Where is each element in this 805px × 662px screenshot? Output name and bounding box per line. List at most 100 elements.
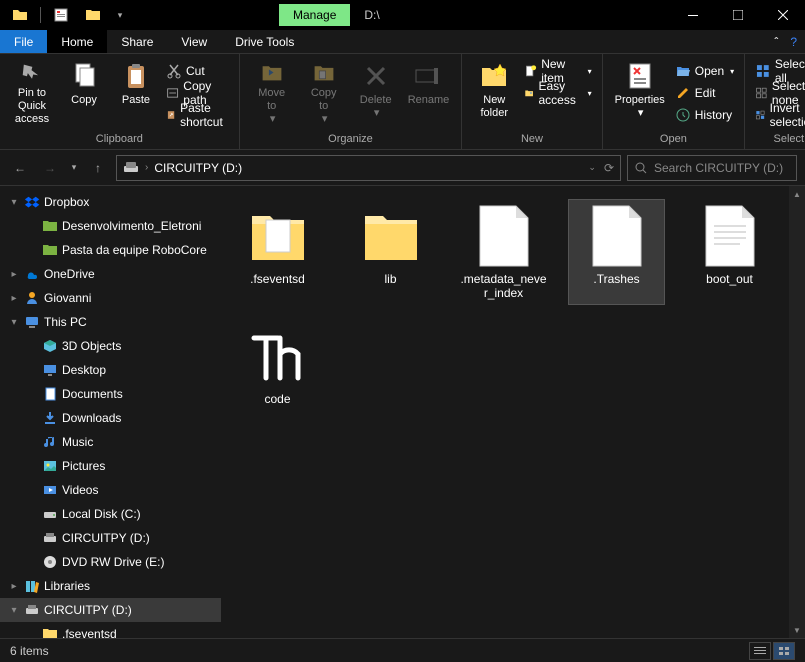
- tab-home[interactable]: Home: [47, 30, 107, 53]
- tree-node[interactable]: Pictures: [0, 454, 221, 478]
- scroll-up-icon[interactable]: ▲: [789, 186, 805, 202]
- qat-new-folder-icon[interactable]: [81, 3, 105, 27]
- main-body: ▾DropboxDesenvolvimento_Eletroni Pasta da…: [0, 186, 805, 638]
- tree-node[interactable]: ▾ This PC: [0, 310, 221, 334]
- maximize-button[interactable]: [715, 0, 760, 30]
- titlebar: ▾ Manage D:\: [0, 0, 805, 30]
- tree-node[interactable]: ▸Libraries: [0, 574, 221, 598]
- file-thumb: [585, 204, 649, 268]
- tree-label: Local Disk (C:): [62, 507, 141, 521]
- help-icon[interactable]: ?: [790, 35, 797, 49]
- manage-tab[interactable]: Manage: [279, 4, 350, 26]
- invert-selection-button[interactable]: Invert selection: [751, 104, 805, 126]
- rename-button[interactable]: Rename: [402, 56, 456, 130]
- tree-node[interactable]: Videos: [0, 478, 221, 502]
- tree-node[interactable]: Desktop: [0, 358, 221, 382]
- file-item[interactable]: lib: [343, 200, 438, 304]
- minimize-button[interactable]: [670, 0, 715, 30]
- file-item[interactable]: .metadata_never_index: [456, 200, 551, 304]
- status-bar: 6 items: [0, 638, 805, 662]
- paste-shortcut-button[interactable]: Paste shortcut: [162, 104, 233, 126]
- tree-node[interactable]: Pasta da equipe RoboCore: [0, 238, 221, 262]
- ribbon-group-clipboard: Pin to Quick access Copy Paste Cut Copy …: [0, 54, 240, 149]
- tree-label: OneDrive: [44, 267, 95, 281]
- recent-locations-button[interactable]: ▾: [68, 156, 80, 180]
- qat-dropdown-icon[interactable]: ▾: [113, 3, 127, 27]
- tree-node[interactable]: .fseventsd: [0, 622, 221, 638]
- expand-icon[interactable]: ▾: [8, 605, 20, 616]
- file-label: .Trashes: [593, 272, 639, 286]
- tree-node[interactable]: Local Disk (C:): [0, 502, 221, 526]
- copy-to-button[interactable]: Copy to▾: [298, 56, 350, 130]
- tab-file[interactable]: File: [0, 30, 47, 53]
- file-thumb: [246, 324, 310, 388]
- addr-dropdown-icon[interactable]: ⌄: [588, 162, 596, 173]
- open-group-label: Open: [609, 131, 739, 149]
- file-item[interactable]: .fseventsd: [230, 200, 325, 304]
- tree-node[interactable]: ▾Dropbox: [0, 190, 221, 214]
- ribbon-group-open: Properties▾ Open▾ Edit History Open: [603, 54, 746, 149]
- delete-button[interactable]: Delete▾: [350, 56, 402, 130]
- ribbon-tabs: File Home Share View Drive Tools ˆ ?: [0, 30, 805, 54]
- move-to-button[interactable]: Move to▾: [246, 56, 298, 130]
- refresh-icon[interactable]: ⟳: [604, 161, 614, 175]
- file-item[interactable]: .Trashes: [569, 200, 664, 304]
- clipboard-group-label: Clipboard: [6, 131, 233, 149]
- tree-node[interactable]: ▸ Giovanni: [0, 286, 221, 310]
- file-item[interactable]: code: [230, 320, 325, 410]
- paste-button[interactable]: Paste: [110, 56, 162, 130]
- breadcrumb-location[interactable]: CIRCUITPY (D:): [154, 161, 242, 175]
- details-view-button[interactable]: [749, 642, 771, 660]
- content-pane[interactable]: .fseventsdlib.metadata_never_index .Trash…: [222, 186, 805, 638]
- expand-icon[interactable]: ▸: [8, 581, 20, 592]
- navigation-tree[interactable]: ▾DropboxDesenvolvimento_Eletroni Pasta da…: [0, 186, 222, 638]
- tree-node[interactable]: ▸ OneDrive: [0, 262, 221, 286]
- tree-node[interactable]: CIRCUITPY (D:): [0, 526, 221, 550]
- back-button[interactable]: ←: [8, 156, 32, 180]
- expand-icon[interactable]: ▾: [8, 317, 20, 328]
- tab-drive-tools[interactable]: Drive Tools: [221, 30, 308, 53]
- drive-icon: [123, 160, 139, 176]
- up-button[interactable]: ↑: [86, 156, 110, 180]
- tree-node[interactable]: Documents: [0, 382, 221, 406]
- easy-access-button[interactable]: Easy access▾: [520, 82, 595, 104]
- search-box[interactable]: Search CIRCUITPY (D:): [627, 155, 797, 181]
- item-view[interactable]: .fseventsdlib.metadata_never_index .Trash…: [222, 186, 805, 424]
- tree-label: Desktop: [62, 363, 106, 377]
- tree-node[interactable]: Music: [0, 430, 221, 454]
- expand-icon[interactable]: ▾: [8, 197, 20, 208]
- icons-view-button[interactable]: [773, 642, 795, 660]
- properties-button[interactable]: Properties▾: [609, 56, 671, 130]
- tree-label: Giovanni: [44, 291, 91, 305]
- collapse-ribbon-icon[interactable]: ˆ: [774, 35, 778, 49]
- tree-node[interactable]: ▾CIRCUITPY (D:): [0, 598, 221, 622]
- new-folder-button[interactable]: New folder: [468, 56, 520, 130]
- qat-properties-icon[interactable]: [49, 3, 73, 27]
- ribbon-group-new: New folder New item▾ Easy access▾ New: [462, 54, 602, 149]
- pin-button[interactable]: Pin to Quick access: [6, 56, 58, 130]
- expand-icon[interactable]: ▸: [8, 269, 20, 280]
- forward-button[interactable]: →: [38, 156, 62, 180]
- address-bar[interactable]: › CIRCUITPY (D:) ⌄ ⟳: [116, 155, 621, 181]
- tree-node[interactable]: 3D Objects: [0, 334, 221, 358]
- ribbon: Pin to Quick access Copy Paste Cut Copy …: [0, 54, 805, 150]
- open-button[interactable]: Open▾: [671, 60, 738, 82]
- tree-label: Pasta da equipe RoboCore: [62, 243, 207, 257]
- history-button[interactable]: History: [671, 104, 738, 126]
- expand-icon[interactable]: ▸: [8, 293, 20, 304]
- file-thumb: [359, 204, 423, 268]
- vertical-scrollbar[interactable]: ▲ ▼: [789, 186, 805, 638]
- tree-node[interactable]: Desenvolvimento_Eletroni: [0, 214, 221, 238]
- close-button[interactable]: [760, 0, 805, 30]
- edit-button[interactable]: Edit: [671, 82, 738, 104]
- file-item[interactable]: boot_out: [682, 200, 777, 304]
- scroll-down-icon[interactable]: ▼: [789, 622, 805, 638]
- tree-label: CIRCUITPY (D:): [62, 531, 150, 545]
- tab-view[interactable]: View: [167, 30, 221, 53]
- tree-node[interactable]: Downloads: [0, 406, 221, 430]
- chevron-right-icon: ›: [145, 162, 148, 173]
- copy-button[interactable]: Copy: [58, 56, 110, 130]
- tab-share[interactable]: Share: [107, 30, 167, 53]
- tree-node[interactable]: DVD RW Drive (E:): [0, 550, 221, 574]
- tree-label: This PC: [44, 315, 87, 329]
